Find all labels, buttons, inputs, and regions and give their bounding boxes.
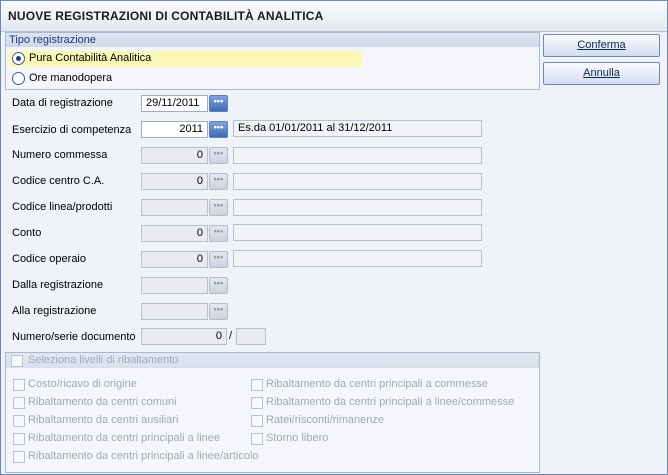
title-bar: NUOVE REGISTRAZIONI DI CONTABILITÀ ANALI… <box>1 1 667 32</box>
storno-checkbox[interactable] <box>251 433 263 445</box>
centro-label: Codice centro C.A. <box>12 175 105 187</box>
principali-linee-commesse-checkbox[interactable] <box>251 397 263 409</box>
documento-label: Numero/serie documento <box>12 331 136 343</box>
centro-lookup-icon[interactable]: ••• <box>209 173 228 190</box>
data-registrazione-label: Data di registrazione <box>12 97 113 109</box>
alla-registrazione-input[interactable] <box>141 303 208 320</box>
principali-linee-checkbox[interactable] <box>13 433 25 445</box>
linea-input[interactable] <box>141 199 208 216</box>
documento-numero-input[interactable]: 0 <box>141 328 227 345</box>
esercizio-label: Esercizio di competenza <box>12 124 132 136</box>
centri-ausiliari-label: Ribaltamento da centri ausiliari <box>28 414 179 426</box>
esercizio-input[interactable]: 2011 <box>141 121 208 138</box>
dalla-date-picker-icon[interactable]: ••• <box>209 277 228 294</box>
dalla-registrazione-input[interactable] <box>141 277 208 294</box>
tipo-registrazione-group: Tipo registrazione Pura Contabilità Anal… <box>5 32 540 90</box>
ribaltamento-master-checkbox[interactable] <box>11 355 23 367</box>
esercizio-description: Es.da 01/01/2011 al 31/12/2011 <box>233 120 482 137</box>
principali-linee-articolo-checkbox[interactable] <box>13 451 25 463</box>
conto-input[interactable]: 0 <box>141 225 208 242</box>
commessa-label: Numero commessa <box>12 149 108 161</box>
ribaltamento-header: Seleziona livelli di ribaltamento <box>6 353 539 368</box>
tipo-registrazione-header: Tipo registrazione <box>6 33 539 47</box>
alla-date-picker-icon[interactable]: ••• <box>209 303 228 320</box>
date-picker-icon[interactable]: ••• <box>209 95 228 112</box>
linea-description <box>233 199 482 216</box>
esercizio-lookup-icon[interactable]: ••• <box>209 121 228 138</box>
principali-linee-articolo-label: Ribaltamento da centri principali a line… <box>28 450 259 462</box>
conto-description <box>233 224 482 241</box>
dalla-registrazione-label: Dalla registrazione <box>12 279 104 291</box>
ratei-checkbox[interactable] <box>251 415 263 427</box>
window-title: NUOVE REGISTRAZIONI DI CONTABILITÀ ANALI… <box>8 9 324 23</box>
linea-lookup-icon[interactable]: ••• <box>209 199 228 216</box>
conto-label: Conto <box>12 227 42 239</box>
centri-ausiliari-checkbox[interactable] <box>13 415 25 427</box>
ratei-label: Ratei/risconti/rimanenze <box>266 414 384 426</box>
conferma-button[interactable]: Conferma <box>543 34 660 57</box>
radio-pura-label: Pura Contabilità Analitica <box>29 52 152 64</box>
centro-input[interactable]: 0 <box>141 173 208 190</box>
radio-selected-icon[interactable] <box>12 52 25 65</box>
dialog-window: NUOVE REGISTRAZIONI DI CONTABILITÀ ANALI… <box>0 0 668 475</box>
principali-linee-commesse-label: Ribaltamento da centri principali a line… <box>266 396 515 408</box>
commessa-lookup-icon[interactable]: ••• <box>209 147 228 164</box>
costo-ricavo-checkbox[interactable] <box>13 379 25 391</box>
tipo-registrazione-title: Tipo registrazione <box>9 34 97 46</box>
data-registrazione-input[interactable]: 29/11/2011 <box>141 95 208 112</box>
annulla-button[interactable]: Annulla <box>543 62 660 85</box>
documento-serie-input[interactable] <box>236 328 266 345</box>
linea-label: Codice linea/prodotti <box>12 201 113 213</box>
alla-registrazione-label: Alla registrazione <box>12 305 97 317</box>
centri-comuni-checkbox[interactable] <box>13 397 25 409</box>
ribaltamento-group: Seleziona livelli di ribaltamento Costo/… <box>5 352 540 473</box>
ribaltamento-title: Seleziona livelli di ribaltamento <box>28 354 179 366</box>
commessa-input[interactable]: 0 <box>141 147 208 164</box>
radio-ore-label: Ore manodopera <box>29 72 113 84</box>
radio-unselected-icon[interactable] <box>12 72 25 85</box>
commessa-description <box>233 147 482 164</box>
operaio-description <box>233 250 482 267</box>
principali-linee-label: Ribaltamento da centri principali a line… <box>28 432 220 444</box>
radio-ore-manodopera[interactable]: Ore manodopera <box>9 71 209 87</box>
operaio-label: Codice operaio <box>12 253 86 265</box>
documento-separator: / <box>229 330 233 342</box>
centri-comuni-label: Ribaltamento da centri comuni <box>28 396 177 408</box>
costo-ricavo-label: Costo/ricavo di origine <box>28 378 137 390</box>
operaio-lookup-icon[interactable]: ••• <box>209 251 228 268</box>
principali-commesse-checkbox[interactable] <box>251 379 263 391</box>
radio-pura-contabilita[interactable]: Pura Contabilità Analitica <box>9 51 362 67</box>
storno-label: Storno libero <box>266 432 329 444</box>
conto-lookup-icon[interactable]: ••• <box>209 225 228 242</box>
principali-commesse-label: Ribaltamento da centri principali a comm… <box>266 378 488 390</box>
centro-description <box>233 173 482 190</box>
operaio-input[interactable]: 0 <box>141 251 208 268</box>
